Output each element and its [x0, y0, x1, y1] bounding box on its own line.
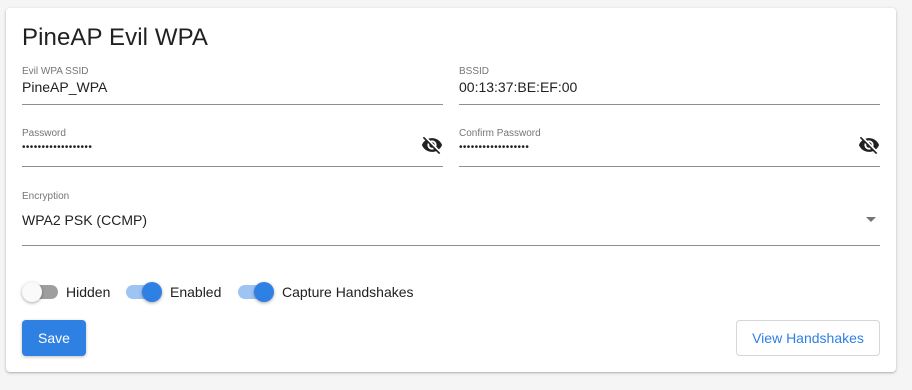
toggle-knob [142, 282, 162, 302]
enabled-toggle[interactable] [122, 282, 162, 302]
hidden-toggle[interactable] [22, 282, 62, 302]
password-input[interactable]: •••••••••••••••••• [22, 142, 92, 153]
ssid-input[interactable]: PineAP_WPA [22, 79, 107, 95]
toggle-knob [22, 282, 42, 302]
enabled-toggle-label: Enabled [170, 284, 222, 300]
ssid-label: Evil WPA SSID [22, 66, 89, 77]
confirm-password-input[interactable]: •••••••••••••••••• [459, 142, 529, 153]
save-button[interactable]: Save [22, 320, 86, 356]
encryption-label: Encryption [22, 191, 70, 202]
toggle-knob [254, 282, 274, 302]
ssid-field[interactable]: Evil WPA SSID PineAP_WPA [22, 66, 443, 105]
hidden-toggle-label: Hidden [66, 284, 111, 300]
eye-off-icon[interactable] [421, 134, 443, 156]
bssid-field[interactable]: BSSID 00:13:37:BE:EF:00 [459, 66, 880, 105]
capture-handshakes-toggle[interactable] [234, 282, 274, 302]
card-title: PineAP Evil WPA [22, 24, 209, 51]
capture-handshakes-toggle-label: Capture Handshakes [282, 284, 414, 300]
encryption-select[interactable]: Encryption WPA2 PSK (CCMP) [22, 191, 880, 246]
password-field[interactable]: Password •••••••••••••••••• [22, 128, 443, 167]
bssid-input[interactable]: 00:13:37:BE:EF:00 [459, 79, 577, 95]
confirm-password-field[interactable]: Confirm Password •••••••••••••••••• [459, 128, 880, 167]
encryption-value: WPA2 PSK (CCMP) [22, 212, 147, 228]
bssid-label: BSSID [459, 66, 490, 77]
confirm-password-label: Confirm Password [459, 128, 541, 139]
view-handshakes-button[interactable]: View Handshakes [736, 320, 880, 356]
evil-wpa-card: PineAP Evil WPA Evil WPA SSID PineAP_WPA… [6, 8, 896, 372]
caret-down-icon[interactable] [866, 217, 876, 222]
eye-off-icon[interactable] [858, 134, 880, 156]
password-label: Password [22, 128, 66, 139]
